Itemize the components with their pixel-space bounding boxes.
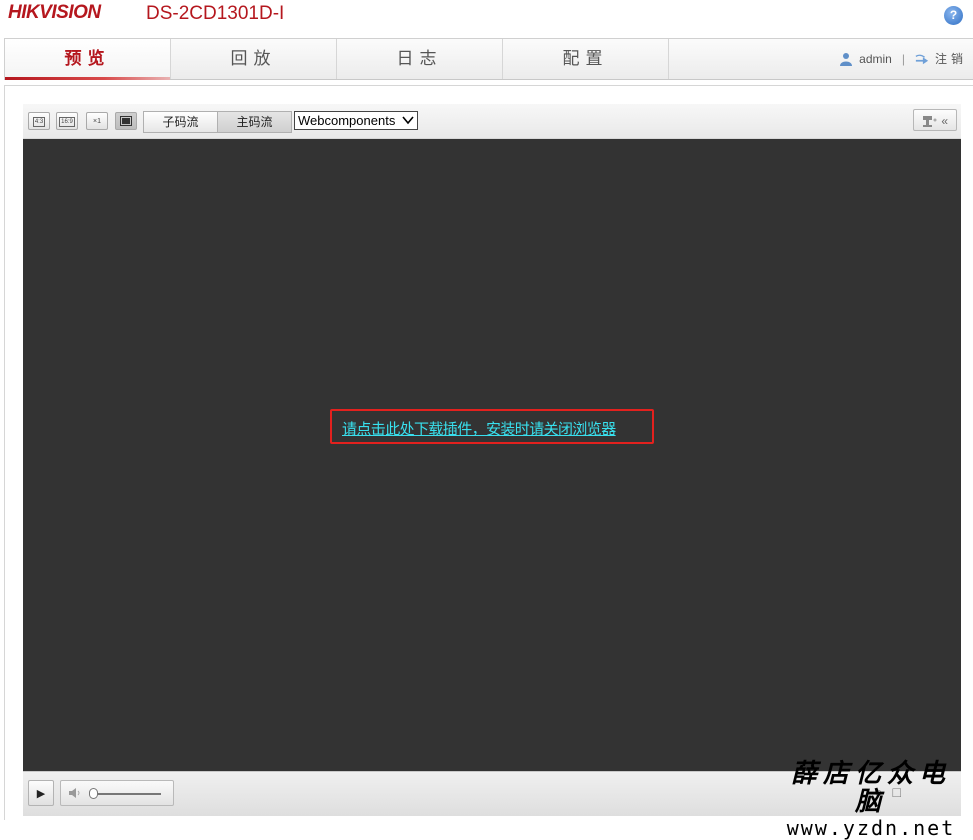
ptz-panel-toggle[interactable]: «	[913, 109, 957, 131]
plugin-download-highlight: 请点击此处下载插件，安装时请关闭浏览器	[330, 409, 654, 444]
watermark: 薛店亿众电脑 www.yzdn.net	[776, 760, 966, 840]
preview-panel: 4:3 16:9 ×1 子码流 主码流 Webcomponents « 请点击此…	[4, 85, 973, 820]
ratio-16-9-button[interactable]: 16:9	[56, 112, 78, 130]
ratio-4-3-label: 4:3	[32, 117, 46, 127]
logout-icon	[915, 54, 929, 65]
main-stream-button[interactable]: 主码流	[217, 112, 291, 132]
user-separator: |	[901, 52, 905, 66]
plugin-download-link[interactable]: 请点击此处下载插件，安装时请关闭浏览器	[342, 418, 616, 439]
plugin-type-value: Webcomponents	[298, 113, 396, 128]
user-area: admin | 注销	[839, 39, 967, 79]
ptz-icon	[922, 115, 937, 127]
volume-control	[60, 780, 174, 806]
tab-preview[interactable]: 预览	[5, 39, 171, 80]
watermark-title: 薛店亿众电脑	[790, 759, 951, 817]
tab-playback[interactable]: 回放	[171, 39, 337, 79]
preview-toolbar: 4:3 16:9 ×1 子码流 主码流 Webcomponents «	[23, 104, 961, 139]
fill-window-icon	[120, 116, 132, 127]
ratio-auto-button[interactable]	[115, 112, 137, 130]
chevron-down-icon	[402, 116, 414, 125]
ratio-16-9-label: 16:9	[59, 117, 75, 127]
play-button[interactable]: ▶	[28, 780, 54, 806]
help-icon[interactable]: ?	[944, 6, 963, 25]
volume-track[interactable]	[91, 793, 161, 795]
sub-stream-button[interactable]: 子码流	[144, 112, 217, 132]
hikvision-logo: HIKVISION	[8, 2, 101, 23]
ratio-original-label: ×1	[93, 118, 101, 125]
logout-button[interactable]: 注销	[935, 39, 967, 79]
ratio-original-button[interactable]: ×1	[86, 112, 108, 130]
watermark-url: www.yzdn.net	[786, 816, 956, 840]
tab-config[interactable]: 配置	[503, 39, 669, 79]
ratio-4-3-button[interactable]: 4:3	[28, 112, 50, 130]
tab-log[interactable]: 日志	[337, 39, 503, 79]
username: admin	[859, 52, 892, 66]
plugin-type-select[interactable]: Webcomponents	[294, 111, 418, 130]
user-icon	[840, 53, 853, 66]
speaker-icon[interactable]	[68, 787, 82, 799]
device-model: DS-2CD1301D-I	[146, 3, 285, 24]
main-nav: 预览 回放 日志 配置 admin | 注销	[4, 38, 973, 80]
volume-slider-handle[interactable]	[89, 788, 98, 799]
collapse-icon: «	[941, 114, 949, 128]
video-viewport[interactable]: 请点击此处下载插件，安装时请关闭浏览器	[23, 139, 961, 771]
stream-toggle: 子码流 主码流	[143, 111, 292, 133]
